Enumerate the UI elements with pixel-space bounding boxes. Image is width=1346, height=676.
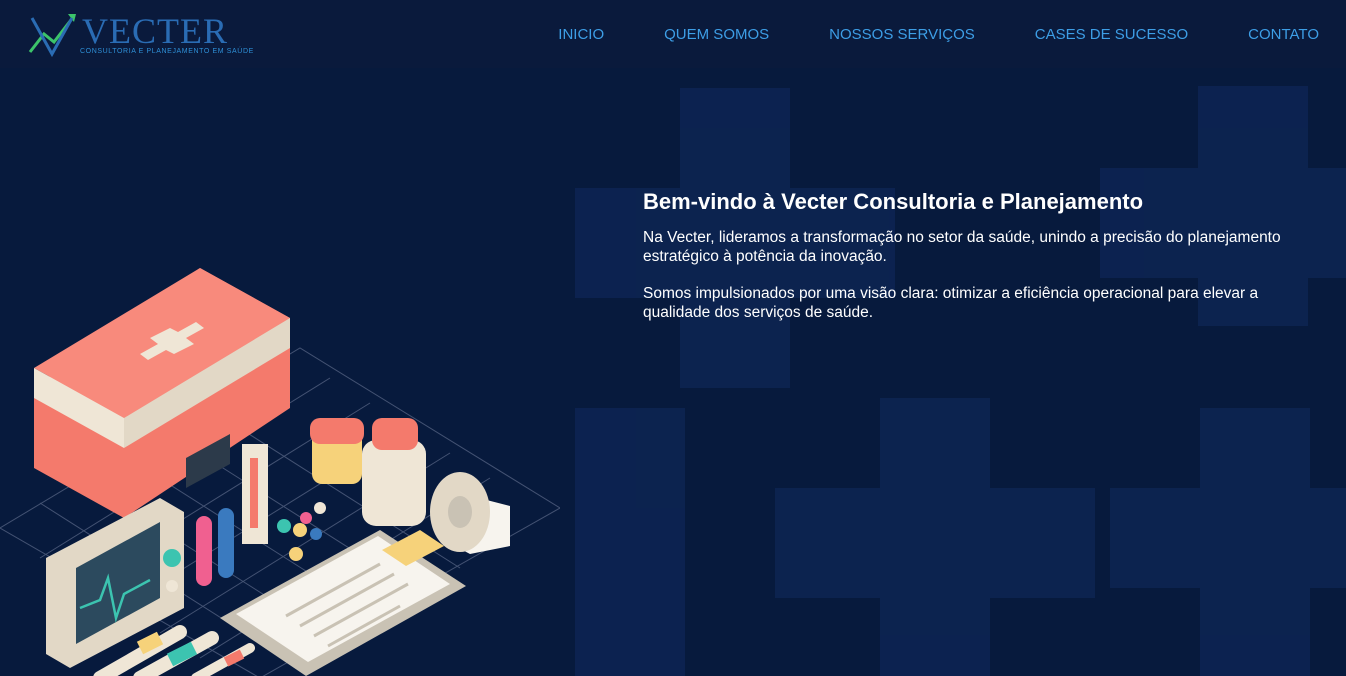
logo-tagline: CONSULTORIA E PLANEJAMENTO EM SAÚDE [80, 48, 254, 55]
pill-bottles [310, 418, 426, 526]
bandage-roll [430, 472, 510, 554]
hero-copy: Bem-vindo à Vecter Consultoria e Planeja… [643, 188, 1323, 340]
hero-paragraph-1: Na Vecter, lideramos a transformação no … [643, 229, 1281, 265]
hero-section: Bem-vindo à Vecter Consultoria e Planeja… [0, 68, 1346, 676]
clipboard [220, 530, 466, 676]
nav-item-cases-de-sucesso[interactable]: CASES DE SUCESSO [1035, 26, 1188, 43]
logo-arrow-icon [28, 14, 76, 58]
nav-item-contato[interactable]: CONTATO [1248, 26, 1319, 43]
nav-item-quem-somos[interactable]: QUEM SOMOS [664, 26, 769, 43]
pills [277, 502, 326, 561]
top-navigation-bar: VECTER CONSULTORIA E PLANEJAMENTO EM SAÚ… [0, 0, 1346, 68]
main-nav: INICIO QUEM SOMOS NOSSOS SERVIÇOS CASES … [498, 26, 1319, 43]
vecter-logo[interactable]: VECTER CONSULTORIA E PLANEJAMENTO EM SAÚ… [24, 8, 253, 60]
hero-title: Bem-vindo à Vecter Consultoria e Planeja… [643, 189, 1144, 214]
hero-paragraph-2: Somos impulsionados por uma visão clara:… [643, 285, 1259, 321]
logo-wordmark: VECTER [82, 11, 228, 51]
nav-item-nossos-servicos[interactable]: NOSSOS SERVIÇOS [829, 26, 975, 43]
nav-item-inicio[interactable]: INICIO [558, 26, 604, 43]
medical-kit-illustration [0, 268, 560, 676]
